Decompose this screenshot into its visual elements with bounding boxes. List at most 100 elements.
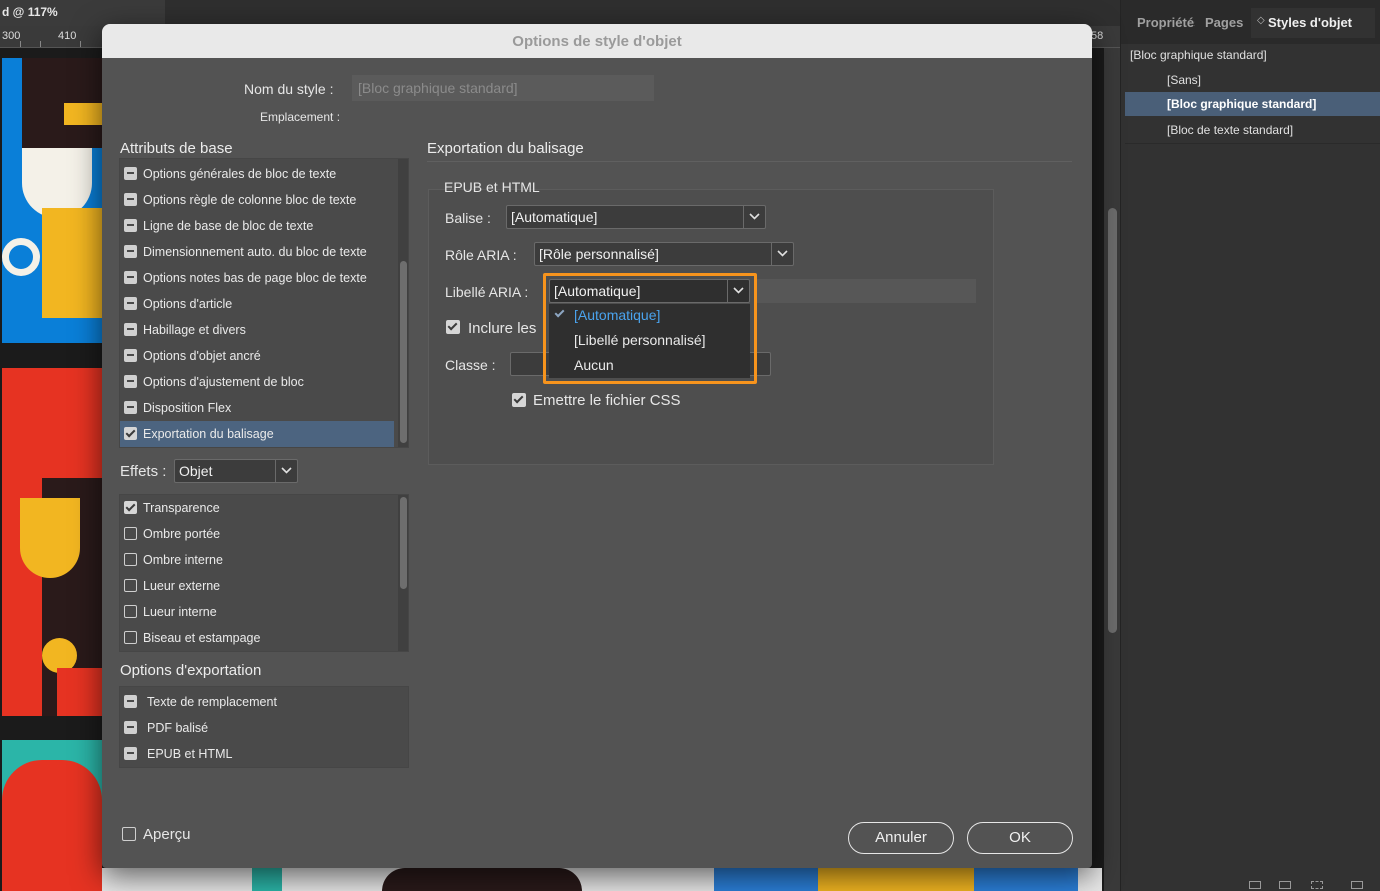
- list-item[interactable]: Habillage et divers: [120, 317, 394, 343]
- artwork-strip[interactable]: [102, 868, 1102, 891]
- artwork-illustration[interactable]: [2, 740, 102, 891]
- list-item[interactable]: Dimensionnement auto. du bloc de texte: [120, 239, 394, 265]
- list-item-label: Habillage et divers: [143, 323, 246, 337]
- tag-label: Balise :: [445, 210, 491, 226]
- mixed-checkbox-icon[interactable]: [124, 375, 137, 388]
- include-checkbox[interactable]: [446, 320, 460, 334]
- ruler-tick: [20, 41, 21, 47]
- clear-overrides-icon[interactable]: [1279, 881, 1291, 889]
- aria-label-custom-field[interactable]: [754, 279, 976, 303]
- panel-collapse-icon: ◇: [1257, 15, 1265, 26]
- list-item[interactable]: Options générales de bloc de texte: [120, 161, 394, 187]
- preview-checkbox[interactable]: [122, 827, 136, 841]
- style-item-graphic-frame[interactable]: [Bloc graphique standard]: [1125, 92, 1380, 116]
- mixed-checkbox-icon[interactable]: [124, 401, 137, 414]
- list-item[interactable]: Options notes bas de page bloc de texte: [120, 265, 394, 291]
- style-item-text-frame[interactable]: [Bloc de texte standard]: [1125, 118, 1380, 142]
- list-item[interactable]: PDF balisé: [120, 715, 394, 741]
- class-label: Classe :: [445, 357, 496, 373]
- break-link-icon[interactable]: [1311, 881, 1323, 889]
- mixed-checkbox-icon[interactable]: [124, 219, 137, 232]
- list-item[interactable]: Options règle de colonne bloc de texte: [120, 187, 394, 213]
- checkbox-checked-icon[interactable]: [124, 501, 137, 514]
- mixed-checkbox-icon[interactable]: [124, 323, 137, 336]
- object-style-options-dialog: Options de style d'objet Nom du style : …: [102, 24, 1092, 868]
- base-attributes-title: Attributs de base: [120, 140, 233, 157]
- list-item[interactable]: Texte de remplacement: [120, 689, 394, 715]
- tab-properties[interactable]: Propriétés: [1127, 8, 1195, 38]
- list-item[interactable]: Options d'article: [120, 291, 394, 317]
- checkbox-checked-icon[interactable]: [124, 427, 137, 440]
- tag-select[interactable]: [Automatique]: [506, 205, 766, 229]
- object-styles-panel: Propriétés Pages ◇ Styles d'objet [Bloc …: [1120, 0, 1380, 891]
- list-item[interactable]: Lueur externe: [120, 573, 394, 599]
- art-shape: [20, 498, 80, 578]
- mixed-checkbox-icon[interactable]: [124, 349, 137, 362]
- list-item[interactable]: Options d'ajustement de bloc: [120, 369, 394, 395]
- new-style-icon[interactable]: [1351, 881, 1363, 889]
- art-shape: [974, 868, 1078, 891]
- base-attributes-scrollbar[interactable]: [398, 159, 408, 447]
- list-item[interactable]: Transparence: [120, 495, 394, 521]
- list-item-label: Dimensionnement auto. du bloc de texte: [143, 245, 367, 259]
- tab-object-styles[interactable]: ◇ Styles d'objet: [1251, 8, 1375, 38]
- list-item-label: Ombre portée: [143, 527, 221, 541]
- list-item[interactable]: Ligne de base de bloc de texte: [120, 213, 394, 239]
- list-item[interactable]: Lueur interne: [120, 599, 394, 625]
- list-item[interactable]: Ombre portée: [120, 521, 394, 547]
- effects-select[interactable]: Objet: [174, 459, 298, 483]
- emit-css-checkbox[interactable]: [512, 393, 526, 407]
- document-vertical-scrollbar[interactable]: [1104, 48, 1120, 891]
- list-item-label: Texte de remplacement: [147, 695, 277, 709]
- list-item-markup-export[interactable]: Exportation du balisage: [120, 421, 394, 447]
- art-shape: [714, 868, 818, 891]
- artwork-illustration[interactable]: [2, 58, 102, 343]
- checkbox-icon[interactable]: [124, 579, 137, 592]
- list-item[interactable]: EPUB et HTML: [120, 741, 394, 767]
- mixed-checkbox-icon[interactable]: [124, 297, 137, 310]
- mixed-checkbox-icon[interactable]: [124, 245, 137, 258]
- style-name-field[interactable]: [Bloc graphique standard]: [352, 75, 654, 101]
- ruler-label: 300: [2, 30, 21, 42]
- document-tab-title[interactable]: d @ 117%: [0, 0, 165, 26]
- tab-pages[interactable]: Pages: [1195, 8, 1251, 38]
- mixed-checkbox-icon[interactable]: [124, 193, 137, 206]
- checkbox-icon[interactable]: [124, 553, 137, 566]
- list-item[interactable]: Options d'objet ancré: [120, 343, 394, 369]
- chevron-down-icon[interactable]: [275, 460, 297, 482]
- checkbox-icon[interactable]: [124, 527, 137, 540]
- list-item[interactable]: Ombre interne: [120, 547, 394, 573]
- mixed-checkbox-icon[interactable]: [124, 721, 137, 734]
- mixed-checkbox-icon[interactable]: [124, 695, 137, 708]
- mixed-checkbox-icon[interactable]: [124, 271, 137, 284]
- aria-role-select[interactable]: [Rôle personnalisé]: [534, 242, 794, 266]
- include-label: Inclure les: [468, 320, 537, 337]
- cancel-button[interactable]: Annuler: [848, 822, 954, 854]
- export-options-list: Texte de remplacement PDF balisé EPUB et…: [119, 686, 409, 768]
- list-item[interactable]: Disposition Flex: [120, 395, 394, 421]
- list-item-label: Lueur interne: [143, 605, 217, 619]
- highlight-annotation: [543, 273, 757, 384]
- checkbox-icon[interactable]: [124, 605, 137, 618]
- ok-button[interactable]: OK: [967, 822, 1073, 854]
- folder-icon[interactable]: [1249, 881, 1261, 889]
- markup-export-title: Exportation du balisage: [427, 140, 584, 157]
- style-item-sans[interactable]: [Sans]: [1125, 68, 1380, 92]
- scrollbar-thumb[interactable]: [1108, 208, 1117, 633]
- chevron-down-icon[interactable]: [743, 206, 765, 228]
- artwork-illustration[interactable]: [2, 368, 102, 716]
- list-item[interactable]: Biseau et estampage: [120, 625, 394, 651]
- emit-css-label: Emettre le fichier CSS: [533, 392, 681, 409]
- tag-select-value: [Automatique]: [511, 209, 598, 225]
- list-item-label: Transparence: [143, 501, 220, 515]
- mixed-checkbox-icon[interactable]: [124, 747, 137, 760]
- effects-scrollbar[interactable]: [398, 495, 408, 651]
- effects-list: Transparence Ombre portée Ombre interne …: [119, 494, 409, 652]
- list-item-label: Options d'article: [143, 297, 233, 311]
- mixed-checkbox-icon[interactable]: [124, 167, 137, 180]
- checkbox-icon[interactable]: [124, 631, 137, 644]
- art-shape: [64, 103, 102, 125]
- scrollbar-thumb[interactable]: [400, 497, 407, 589]
- chevron-down-icon[interactable]: [771, 243, 793, 265]
- scrollbar-thumb[interactable]: [400, 261, 407, 443]
